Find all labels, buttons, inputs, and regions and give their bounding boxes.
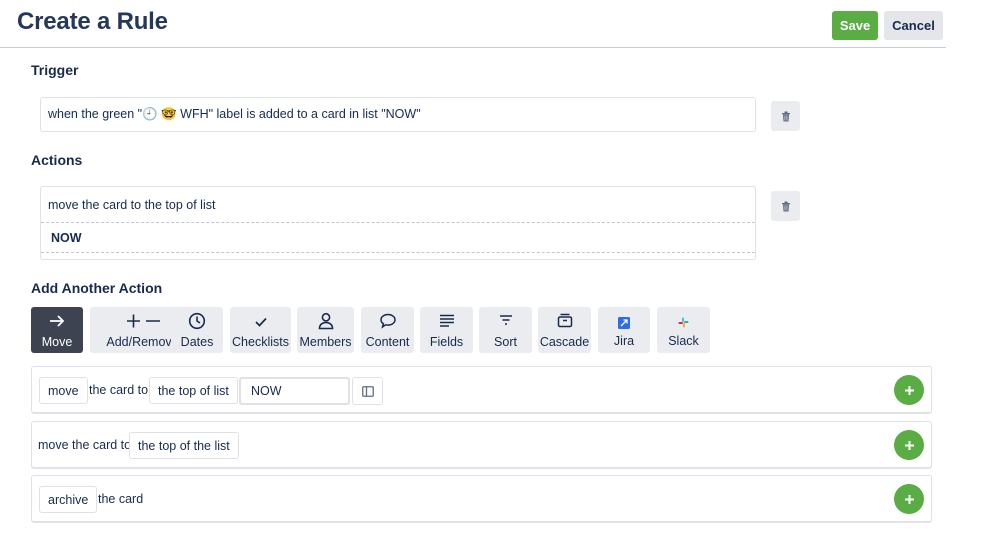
- tab-label: Add/Remove: [106, 335, 179, 349]
- tab-fields[interactable]: Fields: [420, 307, 473, 353]
- card-text: move the card to: [38, 438, 132, 452]
- position-select[interactable]: the top of the list: [129, 432, 239, 459]
- person-icon: [297, 312, 354, 330]
- tab-label: Dates: [180, 335, 214, 349]
- add-action-button[interactable]: [894, 430, 924, 460]
- header: Create a Rule Save Cancel: [0, 0, 946, 48]
- delete-trigger-button[interactable]: [771, 101, 800, 131]
- archive-box-icon: [538, 312, 591, 328]
- tab-dates[interactable]: Dates: [171, 307, 223, 353]
- plus-icon: [904, 385, 914, 395]
- list-input[interactable]: NOW: [239, 377, 350, 405]
- tab-label: Content: [365, 335, 410, 349]
- action-option-card: move the card to the top of list NOW: [31, 366, 932, 413]
- verb-select[interactable]: archive: [39, 486, 98, 513]
- card-text: the card: [98, 492, 144, 506]
- trigger-heading: Trigger: [31, 62, 79, 78]
- verb-select[interactable]: move: [39, 377, 88, 404]
- trash-icon: [781, 111, 790, 121]
- speech-bubble-icon: [361, 312, 414, 330]
- position-select[interactable]: the top of list: [149, 377, 238, 404]
- action-list-name: NOW: [41, 223, 755, 253]
- delete-action-button[interactable]: [771, 191, 800, 221]
- page-title: Create a Rule: [17, 8, 168, 35]
- add-action-button[interactable]: [894, 484, 924, 514]
- tab-label: Checklists: [232, 335, 289, 349]
- slack-icon: [657, 317, 710, 328]
- action-item: move the card to the top of list NOW: [40, 186, 756, 260]
- tab-label: Fields: [429, 335, 464, 349]
- tab-content[interactable]: Content: [361, 307, 414, 353]
- filter-icon: [479, 312, 532, 328]
- add-action-button[interactable]: [894, 375, 924, 405]
- tab-checklists[interactable]: Checklists: [230, 307, 291, 353]
- trash-icon: [781, 201, 790, 211]
- save-button[interactable]: Save: [832, 11, 878, 40]
- trigger-box[interactable]: when the green "🕘 🤓 WFH" label is added …: [40, 97, 756, 132]
- cancel-button[interactable]: Cancel: [884, 11, 943, 40]
- clock-icon: [171, 312, 223, 330]
- arrow-right-icon: [31, 312, 83, 330]
- tab-label: Move: [41, 335, 73, 349]
- tab-label: Jira: [613, 334, 635, 348]
- board-icon: [361, 385, 374, 397]
- tab-label: Members: [299, 335, 352, 349]
- tab-cascade[interactable]: Cascade: [538, 307, 591, 353]
- tab-members[interactable]: Members: [297, 307, 354, 353]
- action-option-card: move the card to the top of the list: [31, 421, 932, 468]
- tab-move[interactable]: Move: [31, 307, 83, 353]
- plus-icon: [904, 440, 914, 450]
- tab-label: Cascade: [539, 335, 590, 349]
- tab-slack[interactable]: Slack: [657, 307, 710, 353]
- tab-label: Slack: [668, 334, 699, 348]
- checkmark-icon: [230, 316, 291, 328]
- list-picker-button[interactable]: [352, 377, 383, 405]
- add-action-heading: Add Another Action: [31, 280, 163, 296]
- plus-icon: [904, 494, 914, 504]
- tab-jira[interactable]: Jira: [598, 307, 650, 353]
- action-option-card: archive the card: [31, 475, 932, 522]
- actions-heading: Actions: [31, 152, 83, 168]
- trigger-text: when the green "🕘 🤓 WFH" label is added …: [48, 107, 421, 121]
- tab-sort[interactable]: Sort: [479, 307, 532, 353]
- jira-icon: [598, 317, 650, 329]
- card-text: the card to: [89, 383, 149, 397]
- tab-label: Sort: [494, 335, 517, 349]
- lines-icon: [420, 312, 473, 328]
- action-text: move the card to the top of list: [41, 187, 755, 223]
